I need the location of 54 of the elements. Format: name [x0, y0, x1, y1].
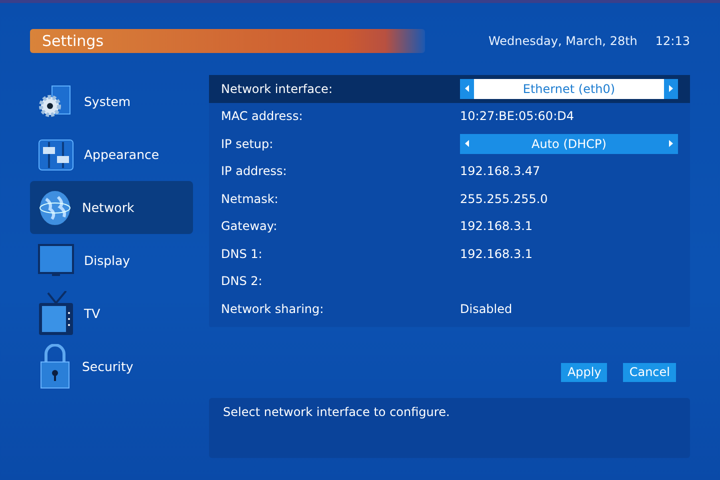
- setting-value: 192.168.3.1: [460, 219, 534, 234]
- title-bar: Settings: [30, 29, 425, 53]
- setting-value: Disabled: [460, 302, 514, 316]
- settings-row[interactable]: Network sharing: Disabled: [209, 295, 690, 322]
- setting-label: IP setup:: [221, 136, 274, 151]
- sidebar-item[interactable]: Appearance: [30, 128, 193, 181]
- padlock-icon: [38, 344, 72, 390]
- help-text: Select network interface to configure.: [223, 404, 450, 418]
- sidebar-label: System: [84, 94, 131, 109]
- sidebar-item[interactable]: TV: [30, 287, 193, 340]
- sidebar-label: Appearance: [84, 147, 160, 162]
- clock-time: 12:13: [655, 34, 690, 48]
- right-triangle-icon: [669, 140, 673, 148]
- setting-label: Network sharing:: [221, 302, 325, 316]
- sidebar-label: Network: [82, 200, 134, 215]
- sidebar-item[interactable]: System: [30, 75, 193, 128]
- settings-row[interactable]: DNS 2:: [209, 268, 690, 295]
- setting-value: 192.168.3.47: [460, 164, 542, 178]
- settings-row[interactable]: IP address: 192.168.3.47: [209, 158, 690, 185]
- setting-value: 192.168.3.1: [460, 246, 534, 261]
- setting-label: DNS 2:: [221, 274, 264, 288]
- setting-value: 10:27:BE:05:60:D4: [460, 109, 575, 124]
- globe-icon: [38, 188, 72, 226]
- setting-label: Netmask:: [221, 192, 280, 206]
- sliders-icon: [38, 138, 74, 170]
- settings-row[interactable]: DNS 1: 192.168.3.1: [209, 240, 690, 268]
- sidebar-label: Display: [84, 253, 130, 268]
- sidebar-item[interactable]: Display: [30, 234, 193, 287]
- date-text: Wednesday, March, 28th: [488, 34, 638, 48]
- monitor-icon: [38, 244, 74, 278]
- sidebar-item[interactable]: Network: [30, 181, 193, 234]
- tv-icon: [38, 290, 74, 336]
- sidebar-item[interactable]: Security: [30, 340, 193, 393]
- sidebar-label: Security: [82, 359, 134, 374]
- left-triangle-icon: [465, 140, 469, 148]
- settings-row[interactable]: MAC address: 10:27:BE:05:60:D4: [209, 102, 690, 130]
- settings-row[interactable]: Netmask: 255.255.255.0: [209, 185, 690, 212]
- selected-row[interactable]: Network interface: Ethernet (eth0): [209, 75, 690, 102]
- settings-row[interactable]: IP setup: Auto (DHCP): [209, 130, 690, 158]
- left-triangle-icon: [465, 85, 469, 92]
- right-arrow-button[interactable]: [664, 78, 678, 99]
- selector-value[interactable]: Ethernet (eth0): [474, 78, 664, 99]
- setting-value: 255.255.255.0: [460, 192, 549, 206]
- setting-label: DNS 1:: [221, 246, 264, 261]
- setting-label: Gateway:: [221, 219, 278, 234]
- setting-label: Network interface:: [221, 82, 334, 96]
- left-arrow-button[interactable]: [460, 134, 474, 154]
- setting-label: IP address:: [221, 164, 288, 178]
- setting-label: MAC address:: [221, 109, 304, 124]
- right-triangle-icon: [669, 85, 673, 92]
- left-arrow-button[interactable]: [460, 78, 474, 99]
- right-arrow-button[interactable]: [664, 134, 678, 154]
- sidebar-label: TV: [84, 306, 100, 321]
- settings-row[interactable]: Gateway: 192.168.3.1: [209, 212, 690, 240]
